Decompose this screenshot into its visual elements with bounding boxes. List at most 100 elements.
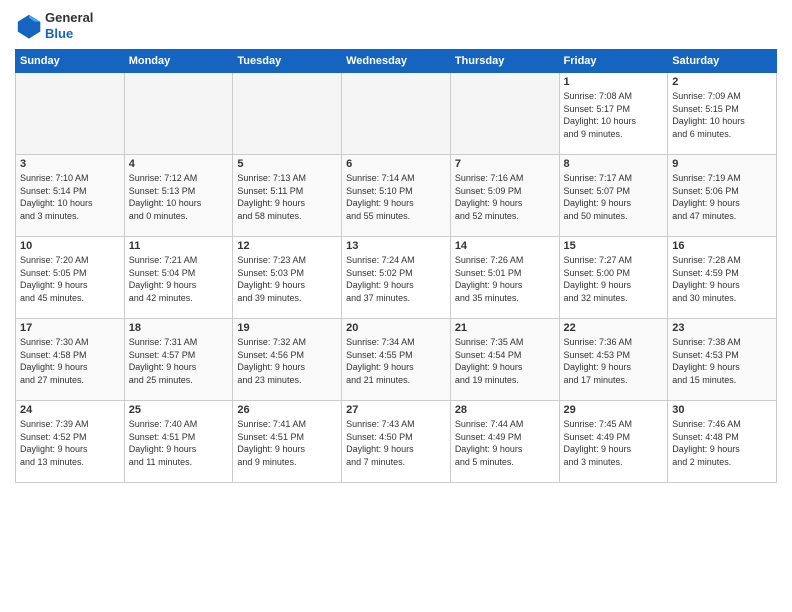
day-number: 20: [346, 322, 446, 334]
calendar-week-row: 1 Sunrise: 7:08 AM Sunset: 5:17 PM Daylig…: [16, 73, 777, 155]
day-info: Sunrise: 7:26 AM Sunset: 5:01 PM Dayligh…: [455, 254, 555, 304]
day-number: 8: [564, 158, 664, 170]
day-number: 19: [237, 322, 337, 334]
weekday-header-cell: Thursday: [450, 50, 559, 73]
day-info: Sunrise: 7:20 AM Sunset: 5:05 PM Dayligh…: [20, 254, 120, 304]
calendar-day-cell: 27 Sunrise: 7:43 AM Sunset: 4:50 PM Dayli…: [342, 401, 451, 483]
day-info: Sunrise: 7:43 AM Sunset: 4:50 PM Dayligh…: [346, 418, 446, 468]
day-info: Sunrise: 7:12 AM Sunset: 5:13 PM Dayligh…: [129, 172, 229, 222]
calendar-day-cell: 26 Sunrise: 7:41 AM Sunset: 4:51 PM Dayli…: [233, 401, 342, 483]
calendar-day-cell: 10Sunrise: 7:20 AM Sunset: 5:05 PM Dayli…: [16, 237, 125, 319]
logo-icon: [15, 12, 43, 40]
day-info: Sunrise: 7:24 AM Sunset: 5:02 PM Dayligh…: [346, 254, 446, 304]
day-number: 27: [346, 404, 446, 416]
day-info: Sunrise: 7:41 AM Sunset: 4:51 PM Dayligh…: [237, 418, 337, 468]
calendar-day-cell: [16, 73, 125, 155]
calendar-day-cell: 18 Sunrise: 7:31 AM Sunset: 4:57 PM Dayli…: [124, 319, 233, 401]
day-info: Sunrise: 7:23 AM Sunset: 5:03 PM Dayligh…: [237, 254, 337, 304]
day-number: 14: [455, 240, 555, 252]
day-number: 6: [346, 158, 446, 170]
day-info: Sunrise: 7:32 AM Sunset: 4:56 PM Dayligh…: [237, 336, 337, 386]
calendar-week-row: 10Sunrise: 7:20 AM Sunset: 5:05 PM Dayli…: [16, 237, 777, 319]
day-number: 11: [129, 240, 229, 252]
weekday-header-cell: Wednesday: [342, 50, 451, 73]
day-number: 29: [564, 404, 664, 416]
calendar-day-cell: 20 Sunrise: 7:34 AM Sunset: 4:55 PM Dayli…: [342, 319, 451, 401]
calendar-day-cell: 12 Sunrise: 7:23 AM Sunset: 5:03 PM Dayli…: [233, 237, 342, 319]
day-number: 4: [129, 158, 229, 170]
calendar-day-cell: 25 Sunrise: 7:40 AM Sunset: 4:51 PM Dayli…: [124, 401, 233, 483]
day-info: Sunrise: 7:28 AM Sunset: 4:59 PM Dayligh…: [672, 254, 772, 304]
calendar-day-cell: [233, 73, 342, 155]
calendar-day-cell: 3Sunrise: 7:10 AM Sunset: 5:14 PM Daylig…: [16, 155, 125, 237]
calendar-day-cell: [342, 73, 451, 155]
weekday-header-cell: Friday: [559, 50, 668, 73]
weekday-header-cell: Sunday: [16, 50, 125, 73]
calendar-day-cell: 19 Sunrise: 7:32 AM Sunset: 4:56 PM Dayli…: [233, 319, 342, 401]
calendar-day-cell: 17Sunrise: 7:30 AM Sunset: 4:58 PM Dayli…: [16, 319, 125, 401]
day-info: Sunrise: 7:36 AM Sunset: 4:53 PM Dayligh…: [564, 336, 664, 386]
logo: General Blue: [15, 10, 93, 41]
calendar-week-row: 3Sunrise: 7:10 AM Sunset: 5:14 PM Daylig…: [16, 155, 777, 237]
day-info: Sunrise: 7:14 AM Sunset: 5:10 PM Dayligh…: [346, 172, 446, 222]
calendar-day-cell: 14 Sunrise: 7:26 AM Sunset: 5:01 PM Dayli…: [450, 237, 559, 319]
calendar-day-cell: 13Sunrise: 7:24 AM Sunset: 5:02 PM Dayli…: [342, 237, 451, 319]
calendar-table: SundayMondayTuesdayWednesdayThursdayFrid…: [15, 49, 777, 483]
calendar-day-cell: 24Sunrise: 7:39 AM Sunset: 4:52 PM Dayli…: [16, 401, 125, 483]
day-info: Sunrise: 7:34 AM Sunset: 4:55 PM Dayligh…: [346, 336, 446, 386]
calendar-day-cell: 23Sunrise: 7:38 AM Sunset: 4:53 PM Dayli…: [668, 319, 777, 401]
day-info: Sunrise: 7:17 AM Sunset: 5:07 PM Dayligh…: [564, 172, 664, 222]
day-info: Sunrise: 7:10 AM Sunset: 5:14 PM Dayligh…: [20, 172, 120, 222]
day-info: Sunrise: 7:38 AM Sunset: 4:53 PM Dayligh…: [672, 336, 772, 386]
day-info: Sunrise: 7:30 AM Sunset: 4:58 PM Dayligh…: [20, 336, 120, 386]
calendar-day-cell: 11Sunrise: 7:21 AM Sunset: 5:04 PM Dayli…: [124, 237, 233, 319]
day-info: Sunrise: 7:31 AM Sunset: 4:57 PM Dayligh…: [129, 336, 229, 386]
day-info: Sunrise: 7:44 AM Sunset: 4:49 PM Dayligh…: [455, 418, 555, 468]
day-info: Sunrise: 7:13 AM Sunset: 5:11 PM Dayligh…: [237, 172, 337, 222]
calendar-day-cell: 28 Sunrise: 7:44 AM Sunset: 4:49 PM Dayli…: [450, 401, 559, 483]
day-info: Sunrise: 7:35 AM Sunset: 4:54 PM Dayligh…: [455, 336, 555, 386]
calendar-week-row: 24Sunrise: 7:39 AM Sunset: 4:52 PM Dayli…: [16, 401, 777, 483]
day-number: 24: [20, 404, 120, 416]
day-info: Sunrise: 7:19 AM Sunset: 5:06 PM Dayligh…: [672, 172, 772, 222]
page: General Blue SundayMondayTuesdayWednesda…: [0, 0, 792, 612]
calendar-day-cell: 4 Sunrise: 7:12 AM Sunset: 5:13 PM Daylig…: [124, 155, 233, 237]
day-number: 18: [129, 322, 229, 334]
calendar-day-cell: 6 Sunrise: 7:14 AM Sunset: 5:10 PM Daylig…: [342, 155, 451, 237]
day-number: 12: [237, 240, 337, 252]
day-number: 22: [564, 322, 664, 334]
weekday-header-cell: Monday: [124, 50, 233, 73]
weekday-header-cell: Saturday: [668, 50, 777, 73]
calendar-day-cell: [450, 73, 559, 155]
day-number: 15: [564, 240, 664, 252]
day-number: 25: [129, 404, 229, 416]
day-number: 30: [672, 404, 772, 416]
day-info: Sunrise: 7:45 AM Sunset: 4:49 PM Dayligh…: [564, 418, 664, 468]
day-info: Sunrise: 7:09 AM Sunset: 5:15 PM Dayligh…: [672, 90, 772, 140]
day-number: 2: [672, 76, 772, 88]
day-info: Sunrise: 7:27 AM Sunset: 5:00 PM Dayligh…: [564, 254, 664, 304]
calendar-day-cell: 21Sunrise: 7:35 AM Sunset: 4:54 PM Dayli…: [450, 319, 559, 401]
weekday-header-cell: Tuesday: [233, 50, 342, 73]
calendar-day-cell: 7Sunrise: 7:16 AM Sunset: 5:09 PM Daylig…: [450, 155, 559, 237]
calendar-day-cell: 1 Sunrise: 7:08 AM Sunset: 5:17 PM Daylig…: [559, 73, 668, 155]
day-number: 16: [672, 240, 772, 252]
calendar-day-cell: 22 Sunrise: 7:36 AM Sunset: 4:53 PM Dayli…: [559, 319, 668, 401]
day-info: Sunrise: 7:46 AM Sunset: 4:48 PM Dayligh…: [672, 418, 772, 468]
calendar-day-cell: 29 Sunrise: 7:45 AM Sunset: 4:49 PM Dayli…: [559, 401, 668, 483]
logo-text: General Blue: [45, 10, 93, 41]
day-info: Sunrise: 7:40 AM Sunset: 4:51 PM Dayligh…: [129, 418, 229, 468]
calendar-week-row: 17Sunrise: 7:30 AM Sunset: 4:58 PM Dayli…: [16, 319, 777, 401]
day-info: Sunrise: 7:08 AM Sunset: 5:17 PM Dayligh…: [564, 90, 664, 140]
day-number: 1: [564, 76, 664, 88]
day-info: Sunrise: 7:16 AM Sunset: 5:09 PM Dayligh…: [455, 172, 555, 222]
calendar-day-cell: 15 Sunrise: 7:27 AM Sunset: 5:00 PM Dayli…: [559, 237, 668, 319]
calendar-day-cell: 2 Sunrise: 7:09 AM Sunset: 5:15 PM Daylig…: [668, 73, 777, 155]
day-number: 26: [237, 404, 337, 416]
calendar-day-cell: [124, 73, 233, 155]
day-number: 28: [455, 404, 555, 416]
calendar-body: 1 Sunrise: 7:08 AM Sunset: 5:17 PM Daylig…: [16, 73, 777, 483]
weekday-header-row: SundayMondayTuesdayWednesdayThursdayFrid…: [16, 50, 777, 73]
day-number: 9: [672, 158, 772, 170]
day-number: 5: [237, 158, 337, 170]
